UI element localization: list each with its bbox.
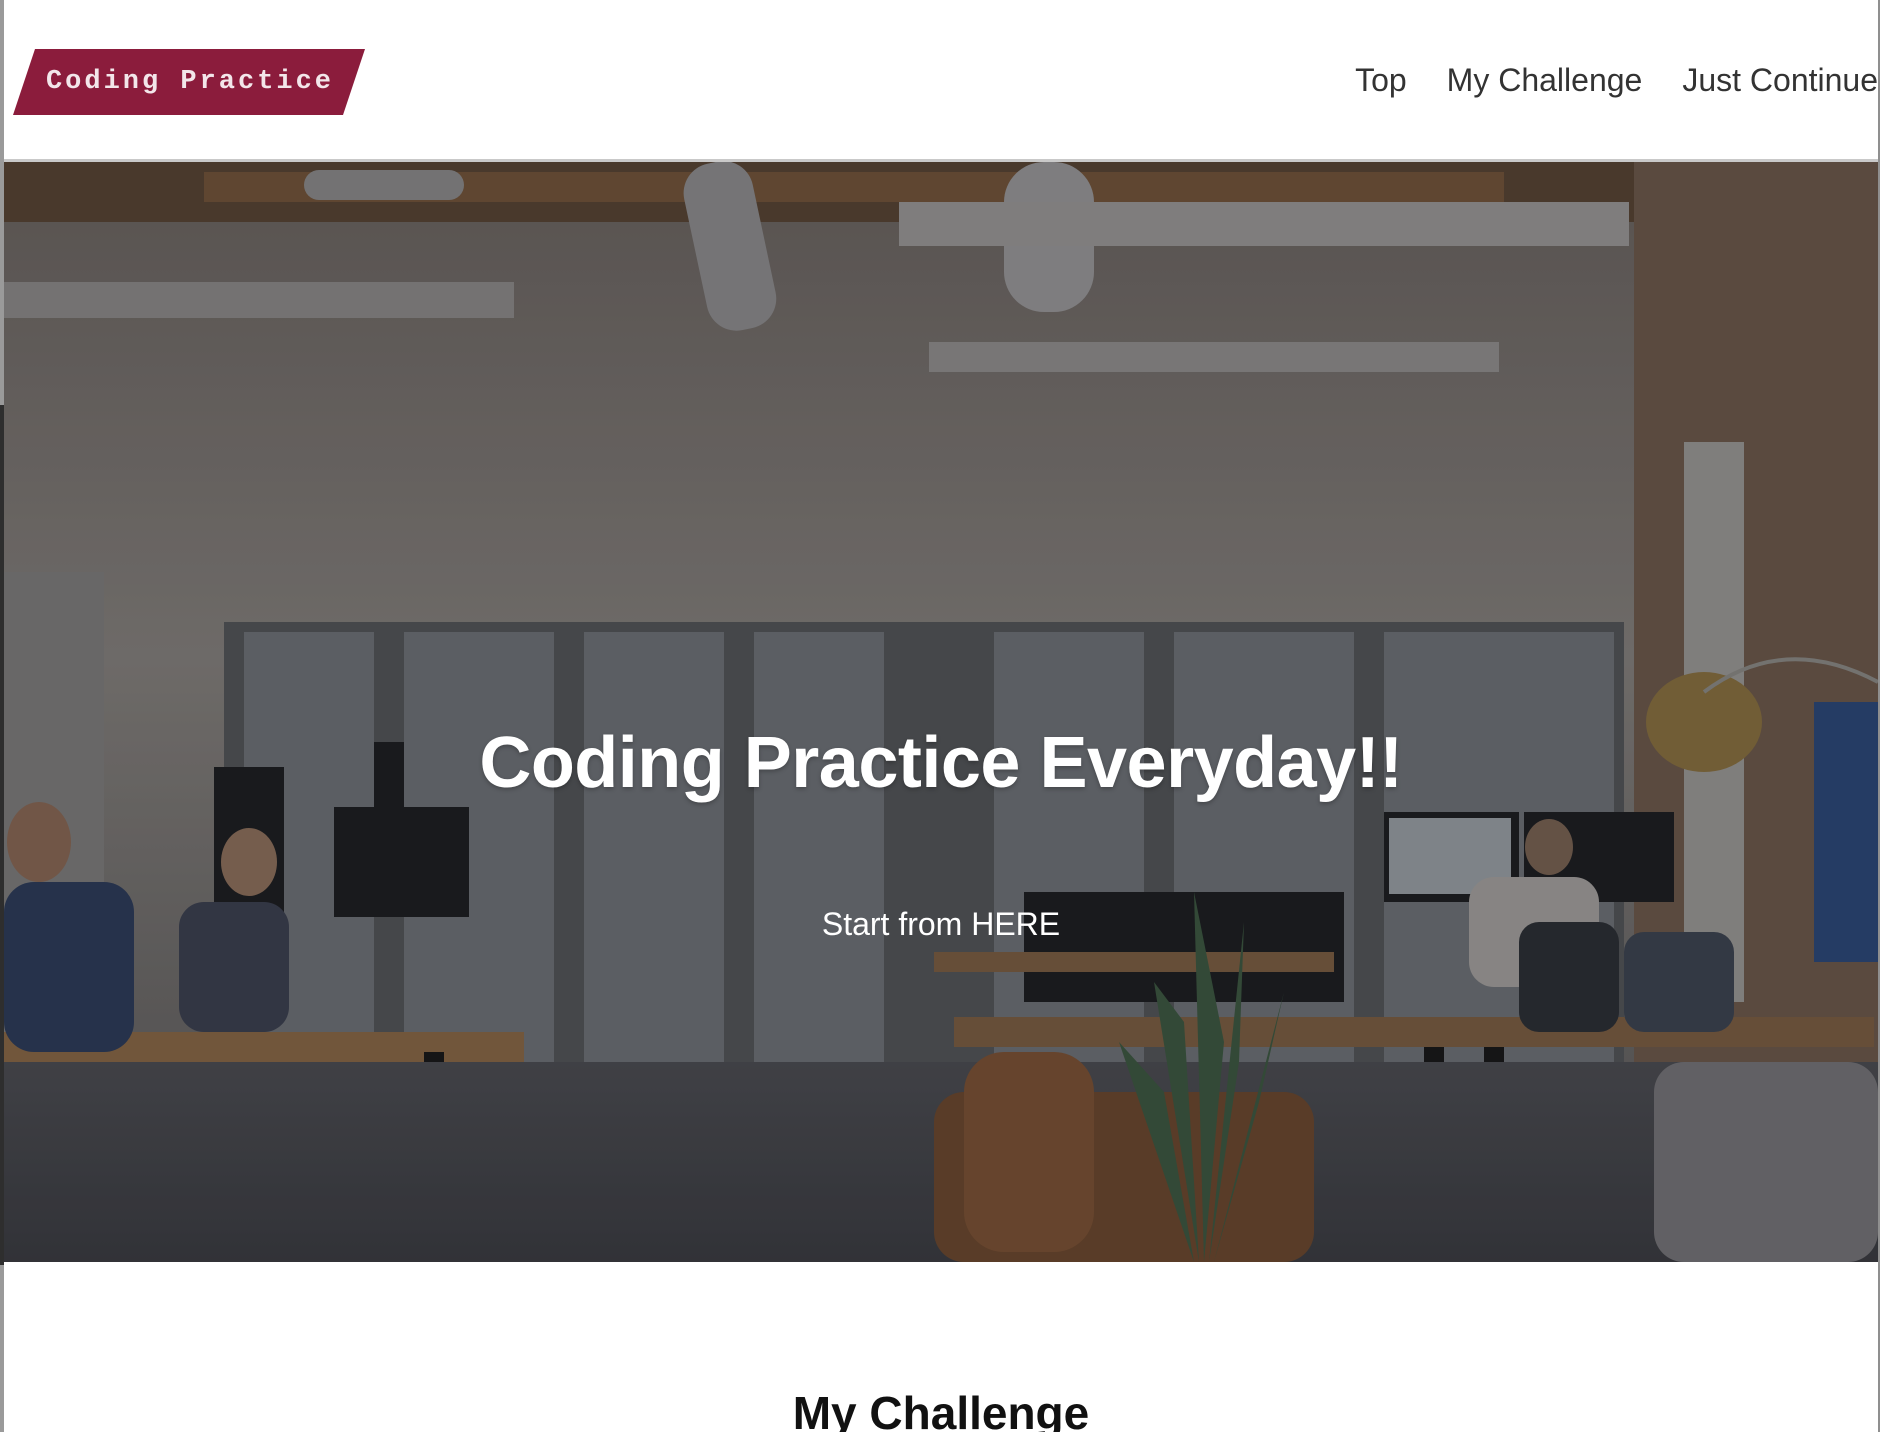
start-from-here-link[interactable]: Start from HERE <box>4 906 1878 943</box>
page: Coding Practice Top My Challenge Just Co… <box>0 0 1880 1432</box>
nav-link-just-continue[interactable]: Just Continue <box>1682 62 1878 99</box>
my-challenge-heading: My Challenge <box>792 1387 1090 1432</box>
hero-office-image <box>4 162 1878 1262</box>
site-logo[interactable]: Coding Practice <box>13 49 365 115</box>
nav-link-my-challenge[interactable]: My Challenge <box>1447 62 1643 99</box>
site-header: Coding Practice Top My Challenge Just Co… <box>4 0 1878 161</box>
main-nav: Top My Challenge Just Continue <box>1355 56 1878 104</box>
nav-link-top[interactable]: Top <box>1355 62 1407 99</box>
hero-section: Coding Practice Everyday!! Start from HE… <box>4 162 1878 1262</box>
start-from-here-label[interactable]: Start from HERE <box>822 906 1060 942</box>
hero-title: Coding Practice Everyday!! <box>479 723 1403 803</box>
logo-text: Coding Practice <box>45 67 335 97</box>
